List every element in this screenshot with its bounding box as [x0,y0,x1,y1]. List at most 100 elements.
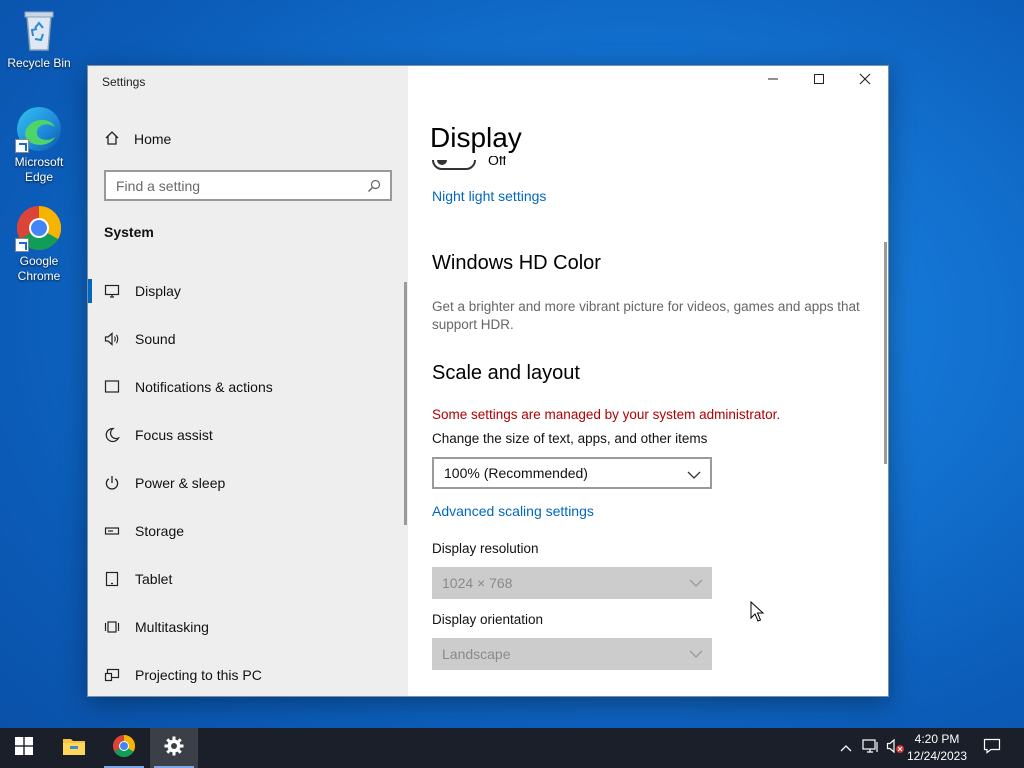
close-button[interactable] [842,66,888,96]
minimize-icon [767,72,779,90]
chrome-icon [15,204,63,252]
chrome-icon [112,734,136,763]
display-settings-content: Display Off Night light settings Windows… [408,66,888,696]
maximize-icon [813,72,825,90]
sidebar-item-label: Notifications & actions [135,379,273,395]
hd-color-heading: Windows HD Color [432,252,601,274]
search-input[interactable] [106,172,390,199]
desktop-icon-recycle-bin[interactable]: Recycle Bin [1,6,77,71]
chevron-down-icon [687,467,701,483]
taskbar-clock[interactable]: 4:20 PM 12/24/2023 [904,731,970,765]
moon-icon [103,426,121,444]
network-status[interactable] [860,728,882,768]
sidebar-item-sound[interactable]: Sound [88,315,408,363]
page-title: Display [430,122,522,153]
action-center-button[interactable] [976,728,1008,768]
section-title: System [104,224,154,240]
desktop-icon-chrome[interactable]: Google Chrome [1,204,77,284]
sidebar-item-label: Focus assist [135,427,213,443]
clock-date: 12/24/2023 [906,749,968,763]
search-box[interactable] [104,170,392,201]
taskbar-settings[interactable] [150,728,198,768]
sidebar-item-power-sleep[interactable]: Power & sleep [88,459,408,507]
clock-time: 4:20 PM [914,732,960,746]
search-icon[interactable] [367,179,381,198]
home-icon [104,130,120,149]
tablet-icon [103,570,121,588]
sidebar-item-label: Display [135,283,181,299]
settings-window: Settings Home System Display [87,65,889,697]
system-nav-list: Display Sound Notifications & actions Fo… [88,267,408,699]
desktop-icon-edge[interactable]: Microsoft Edge [1,105,77,185]
recycle-bin-icon [15,6,63,54]
action-center-icon [983,738,1001,759]
sidebar-item-multitasking[interactable]: Multitasking [88,603,408,651]
scale-label: Change the size of text, apps, and other… [432,431,708,446]
sidebar-item-display[interactable]: Display [88,267,408,315]
orientation-label: Display orientation [432,612,544,627]
chevron-down-icon [689,646,703,662]
monitor-icon [103,282,121,300]
resolution-dropdown: 1024 × 768 [432,567,712,599]
sidebar-item-focus-assist[interactable]: Focus assist [88,411,408,459]
storage-icon [103,522,121,540]
sidebar-item-projecting[interactable]: Projecting to this PC [88,651,408,699]
minimize-button[interactable] [750,66,796,96]
resolution-value: 1024 × 768 [442,575,513,591]
chevron-down-icon [689,575,703,591]
resolution-label: Display resolution [432,541,539,556]
power-icon [103,474,121,492]
advanced-scaling-link[interactable]: Advanced scaling settings [432,503,594,519]
speaker-icon [103,330,121,348]
sidebar-item-label: Sound [135,331,176,347]
network-icon [862,738,880,759]
settings-icon [164,736,184,761]
content-scrollbar[interactable] [884,242,887,464]
admin-warning: Some settings are managed by your system… [432,407,781,422]
sidebar-item-notifications[interactable]: Notifications & actions [88,363,408,411]
chevron-up-icon [840,739,852,757]
desktop-icon-label: Microsoft Edge [14,155,64,184]
volume-muted-icon [886,738,906,759]
taskbar-chrome[interactable] [100,728,148,768]
night-light-state: Off [488,156,507,166]
home-nav-item[interactable]: Home [104,129,171,149]
sidebar-item-label: Storage [135,523,185,539]
window-caption-buttons [750,66,888,96]
taskbar-file-explorer[interactable] [50,728,98,768]
multitasking-icon [103,618,121,636]
scale-layout-heading: Scale and layout [432,362,580,384]
shortcut-arrow-icon [15,139,29,153]
sidebar-item-storage[interactable]: Storage [88,507,408,555]
maximize-button[interactable] [796,66,842,96]
sidebar-item-label: Tablet [135,571,173,587]
start-icon [15,736,33,760]
sidebar-item-label: Projecting to this PC [135,667,262,683]
hd-color-description: Get a brighter and more vibrant picture … [432,299,860,332]
edge-icon [15,105,63,153]
scale-dropdown[interactable]: 100% (Recommended) [432,457,712,489]
orientation-value: Landscape [442,646,511,662]
window-title: Settings [102,75,146,89]
sidebar-item-label: Multitasking [135,619,209,635]
orientation-dropdown: Landscape [432,638,712,670]
sidebar-item-tablet[interactable]: Tablet [88,555,408,603]
taskbar: 4:20 PM 12/24/2023 [0,728,1024,768]
desktop-icon-label: Google Chrome [17,254,61,283]
night-light-settings-link[interactable]: Night light settings [432,188,546,204]
shortcut-arrow-icon [15,238,29,252]
mouse-cursor-icon [750,600,765,628]
home-label: Home [134,131,172,147]
sidebar-scrollbar[interactable] [404,282,407,525]
night-light-toggle[interactable] [432,160,476,170]
close-icon [859,72,871,90]
desktop-icon-label: Recycle Bin [7,56,71,70]
notification-icon [103,378,121,396]
sidebar-item-label: Power & sleep [135,475,226,491]
start-button[interactable] [0,728,48,768]
file-explorer-icon [62,736,86,761]
scale-value: 100% (Recommended) [444,465,588,481]
show-hidden-icons-button[interactable] [836,728,856,768]
settings-sidebar: Settings Home System Display [88,66,408,696]
projecting-icon [103,666,121,684]
